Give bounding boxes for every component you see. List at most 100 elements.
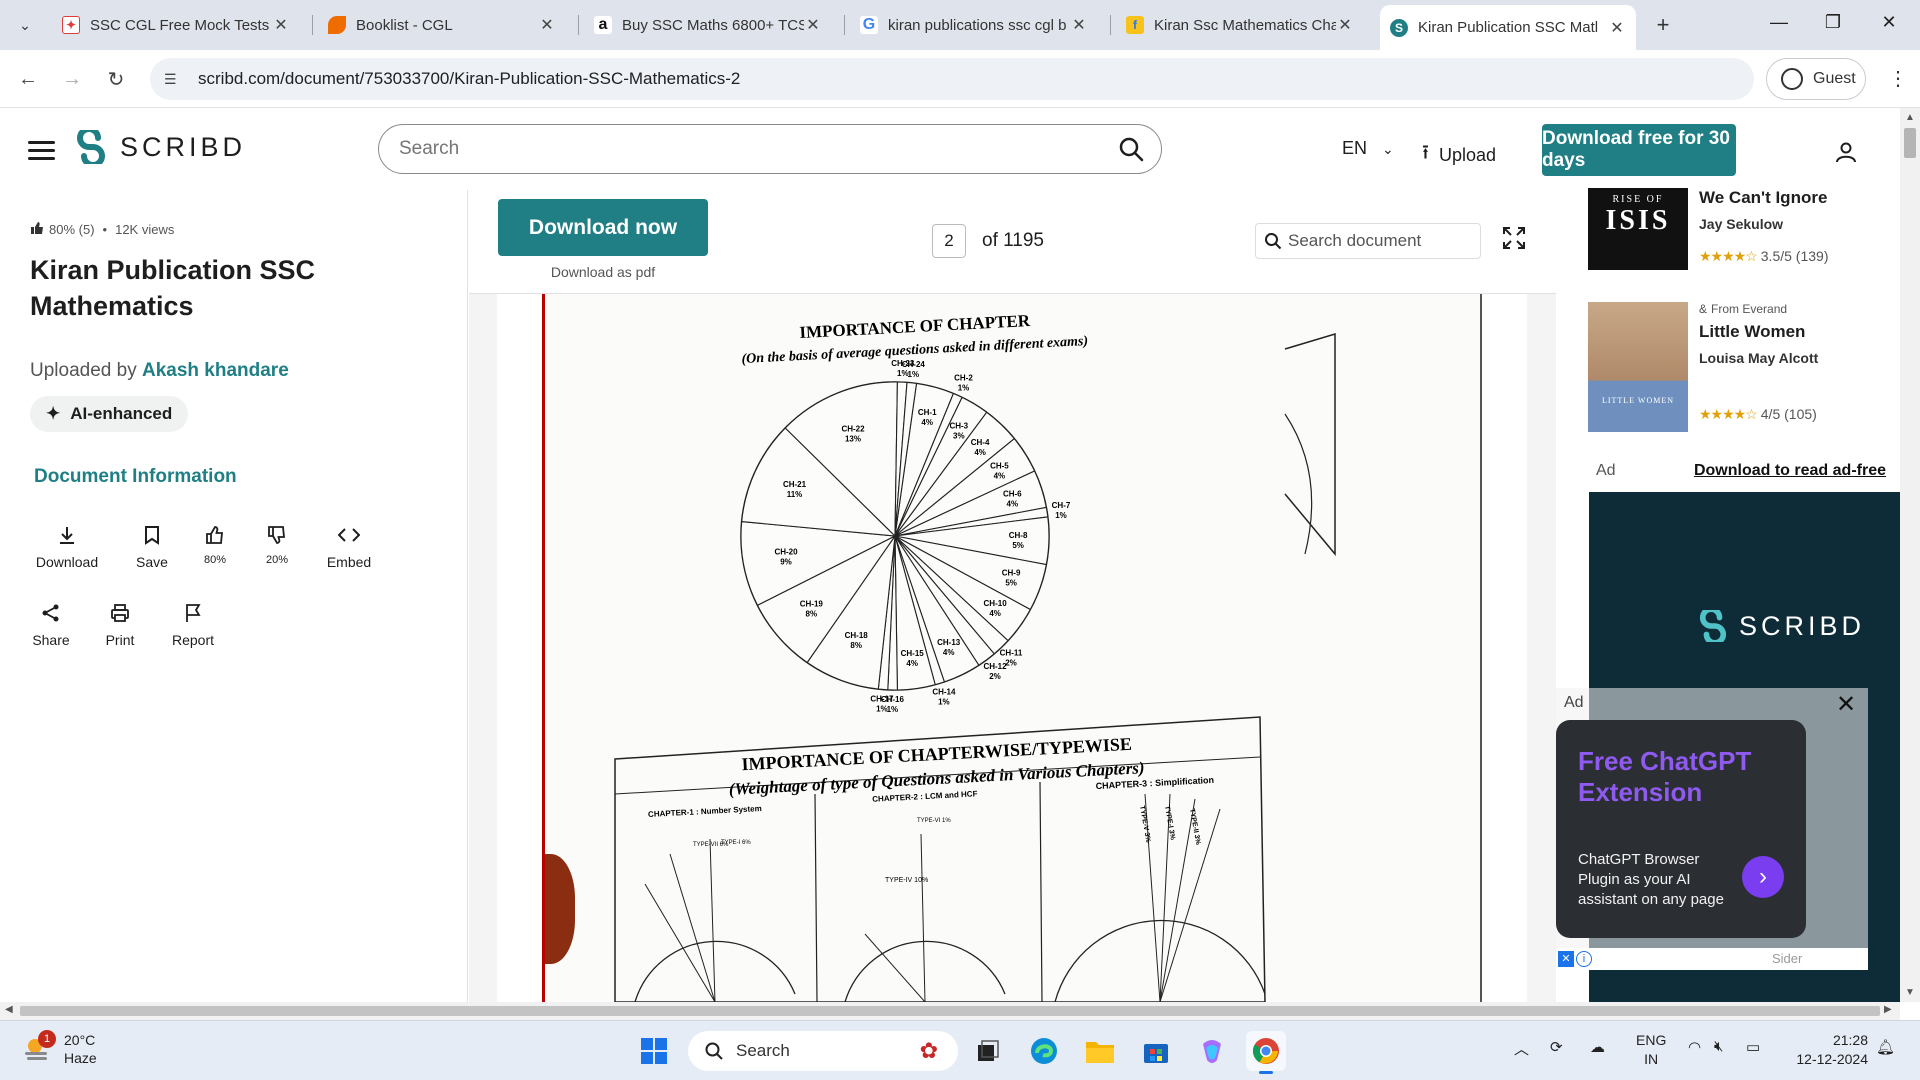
site-settings-icon[interactable]: ☰: [164, 71, 198, 88]
browser-tab[interactable]: ✦ SSC CGL Free Mock Tests 2 ✕: [52, 7, 300, 43]
menu-icon[interactable]: [28, 141, 55, 165]
task-view-icon[interactable]: [968, 1031, 1008, 1071]
close-icon[interactable]: ✕: [1836, 690, 1856, 719]
edge-browser-icon[interactable]: [1024, 1031, 1064, 1071]
scroll-thumb[interactable]: [1904, 128, 1916, 158]
windows-start-icon[interactable]: [634, 1031, 674, 1071]
pie-chart: IMPORTANCE OF CHAPTER (On the basis of a…: [614, 311, 1336, 1002]
close-tab-icon[interactable]: ✕: [272, 15, 290, 35]
search-icon: [1264, 232, 1282, 250]
pie-value-ch-24: 1%: [908, 370, 920, 379]
taskbar-search[interactable]: Search ✿: [688, 1031, 958, 1071]
scroll-down-icon[interactable]: ▼: [1905, 987, 1915, 998]
site-search[interactable]: [378, 124, 1162, 174]
reload-icon[interactable]: ↻: [102, 65, 130, 93]
browser-tab-active[interactable]: S Kiran Publication SSC Matl ✕: [1380, 5, 1636, 50]
system-clock[interactable]: 21:28 12-12-2024: [1786, 1031, 1868, 1069]
ad-close-icon[interactable]: ✕: [1558, 951, 1574, 967]
restore-icon[interactable]: ❐: [1818, 12, 1848, 33]
notification-bell-icon[interactable]: 🔔︎: [1876, 1038, 1895, 1056]
thumbs-up-icon: [30, 221, 44, 238]
download-free-trial-button[interactable]: Download free for 30 days: [1542, 124, 1736, 176]
browser-tab[interactable]: f Kiran Ssc Mathematics Cha ✕: [1116, 7, 1364, 43]
chatgpt-extension-ad[interactable]: Free ChatGPT Extension ChatGPT Browser P…: [1556, 720, 1806, 938]
tab-search-button[interactable]: ⌄: [12, 12, 38, 38]
language-indicator[interactable]: ENG IN: [1636, 1031, 1666, 1069]
pie-label-ch-5: CH-5: [990, 462, 1009, 471]
scroll-right-icon[interactable]: ▶: [1884, 1004, 1892, 1015]
report-action[interactable]: Report: [148, 598, 238, 648]
horizontal-scrollbar[interactable]: ◀ ▶: [0, 1002, 1900, 1020]
download-ad-free-link[interactable]: Download to read ad-free: [1694, 462, 1886, 480]
download-icon: [22, 520, 112, 550]
book-info: & From Everand Little Women Louisa May Al…: [1699, 302, 1889, 366]
close-tab-icon[interactable]: ✕: [1070, 15, 1088, 35]
close-tab-icon[interactable]: ✕: [538, 15, 556, 35]
pie-value-ch-13: 4%: [943, 648, 955, 657]
viewer-toolbar: Download now Download as pdf 2 of 1195 S…: [469, 190, 1556, 294]
mute-speaker-icon[interactable]: 🔇︎: [1714, 1038, 1723, 1055]
battery-icon[interactable]: ▭: [1746, 1038, 1760, 1056]
popup-footer-brand: Sider: [1772, 951, 1803, 966]
scroll-left-icon[interactable]: ◀: [5, 1004, 13, 1015]
browser-menu-icon[interactable]: ⋮: [1888, 66, 1908, 91]
book-title: Little Women: [1699, 322, 1806, 341]
book-card[interactable]: RISE OF ISIS We Can't Ignore Jay Sekulow…: [1588, 188, 1888, 270]
close-window-icon[interactable]: ✕: [1874, 12, 1904, 33]
ai-enhanced-badge[interactable]: ✦ AI-enhanced: [30, 396, 189, 432]
profile-button[interactable]: Guest: [1766, 58, 1866, 100]
fullscreen-icon[interactable]: [1503, 227, 1525, 254]
ad-info-icon[interactable]: i: [1576, 951, 1592, 967]
wifi-icon[interactable]: ◠: [1688, 1038, 1701, 1056]
url-text: scribd.com/document/753033700/Kiran-Publ…: [198, 69, 741, 88]
search-icon[interactable]: [1101, 136, 1161, 162]
scribd-logo[interactable]: SCRIBD: [76, 130, 246, 164]
book-card[interactable]: LITTLE WOMEN & From Everand Little Women …: [1588, 302, 1888, 432]
ad-header: Ad Download to read ad-free: [1596, 462, 1886, 480]
close-tab-icon[interactable]: ✕: [1608, 18, 1626, 38]
forward-arrow-icon[interactable]: →: [58, 65, 86, 93]
close-tab-icon[interactable]: ✕: [1336, 15, 1354, 35]
chrome-icon[interactable]: [1246, 1031, 1286, 1074]
pie-value-ch-4: 4%: [974, 448, 986, 457]
chevron-right-icon[interactable]: ›: [1742, 856, 1784, 898]
download-now-button[interactable]: Download now: [498, 199, 708, 256]
sync-icon[interactable]: ⟳: [1550, 1038, 1563, 1056]
close-tab-icon[interactable]: ✕: [804, 15, 822, 35]
browser-tab[interactable]: Booklist - CGL ✕: [318, 7, 566, 43]
search-input[interactable]: [399, 138, 1101, 160]
vertical-scrollbar[interactable]: ▲ ▼: [1900, 108, 1920, 1002]
page-number-input[interactable]: 2: [932, 224, 966, 258]
cloud-icon[interactable]: ☁: [1590, 1038, 1605, 1056]
weather-widget[interactable]: 1 20°C Haze: [22, 1030, 97, 1067]
book-rating: ★★★★☆ 3.5/5 (139): [1699, 248, 1828, 265]
uploader-link[interactable]: Akash khandare: [142, 360, 289, 381]
scroll-thumb[interactable]: [20, 1006, 1880, 1016]
file-explorer-icon[interactable]: [1080, 1031, 1120, 1071]
rating-value: 3.5/5 (139): [1760, 248, 1829, 264]
browser-tab[interactable]: a Buy SSC Maths 6800+ TCS ✕: [584, 7, 832, 43]
minimize-icon[interactable]: —: [1764, 12, 1794, 33]
back-arrow-icon[interactable]: ←: [14, 65, 42, 93]
sub-chart-1-slice-edge: [709, 838, 716, 1002]
sub-chart-3-pie: [1054, 919, 1266, 1002]
language-selector[interactable]: EN ⌄: [1342, 138, 1394, 159]
tab-title: Kiran Publication SSC Matl: [1418, 19, 1599, 36]
chart-title: IMPORTANCE OF CHAPTER: [799, 311, 1031, 342]
show-hidden-icons[interactable]: ︿: [1514, 1038, 1529, 1059]
browser-tab[interactable]: G kiran publications ssc cgl b ✕: [850, 7, 1098, 43]
address-bar[interactable]: ☰ scribd.com/document/753033700/Kiran-Pu…: [150, 58, 1754, 100]
pie-label-ch-24: CH-24: [902, 360, 926, 369]
document-information-link[interactable]: Document Information: [34, 466, 237, 488]
upload-button[interactable]: ⭱ Upload: [1422, 138, 1496, 172]
scroll-up-icon[interactable]: ▲: [1905, 112, 1915, 123]
embed-action[interactable]: Embed: [304, 520, 394, 570]
sub-chart-1-label: TYPE-I 6%: [721, 840, 751, 846]
microsoft-store-icon[interactable]: [1136, 1031, 1176, 1071]
new-tab-button[interactable]: +: [1650, 12, 1676, 38]
account-icon[interactable]: [1826, 132, 1866, 172]
search-document-input[interactable]: Search document: [1255, 223, 1481, 259]
star-rating-icon: ★★★★☆: [1699, 248, 1758, 264]
copilot-icon[interactable]: [1192, 1031, 1232, 1071]
download-action[interactable]: Download: [22, 520, 112, 570]
